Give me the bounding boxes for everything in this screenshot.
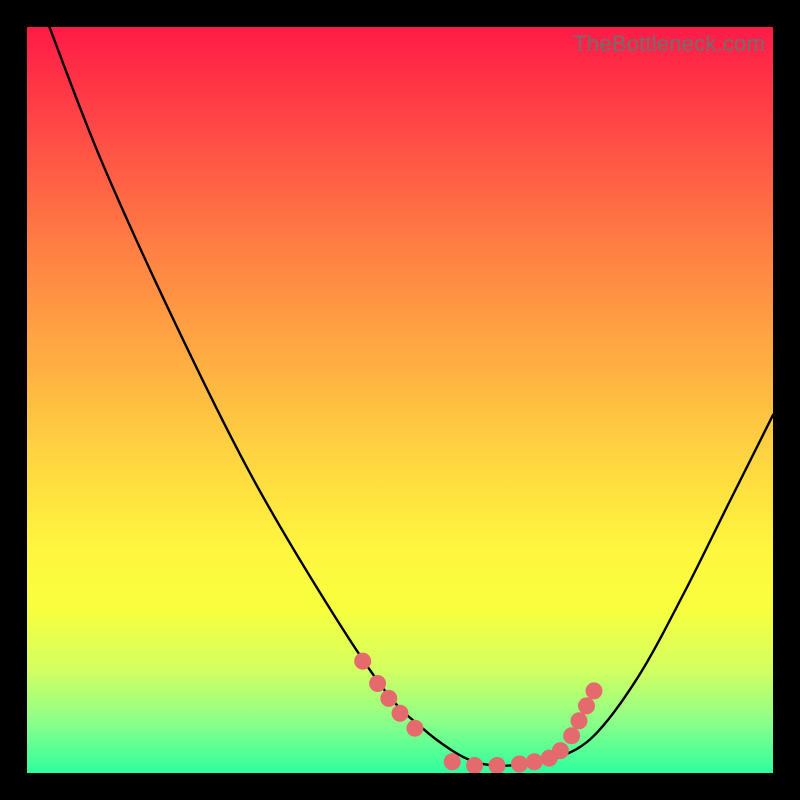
highlight-dot [354, 653, 371, 670]
highlight-dot [511, 756, 528, 773]
curve-svg [27, 27, 773, 773]
plot-area: TheBottleneck.com [27, 27, 773, 773]
highlight-dot [552, 742, 569, 759]
highlight-dot [392, 705, 409, 722]
highlight-dot [571, 712, 588, 729]
highlight-dot [586, 682, 603, 699]
highlight-dots [354, 653, 602, 773]
chart-frame: TheBottleneck.com [0, 0, 800, 800]
highlight-dot [489, 757, 506, 773]
highlight-dot [444, 753, 461, 770]
highlight-dot [380, 690, 397, 707]
highlight-dot [406, 720, 423, 737]
highlight-dot [563, 727, 580, 744]
highlight-dot [578, 697, 595, 714]
bottleneck-curve [49, 27, 773, 766]
highlight-dot [526, 753, 543, 770]
highlight-dot [369, 675, 386, 692]
